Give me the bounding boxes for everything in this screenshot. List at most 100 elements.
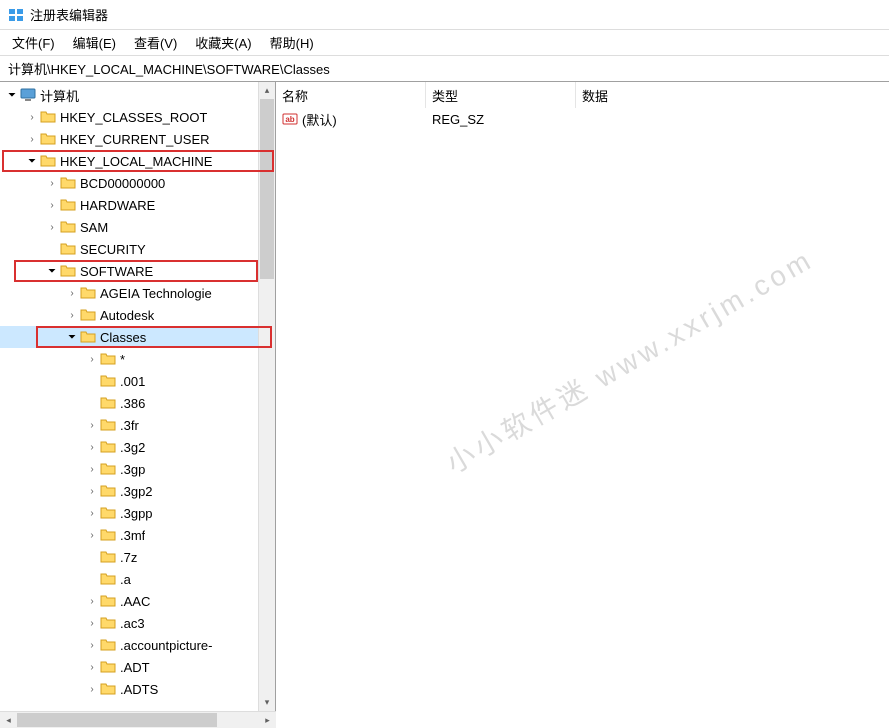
scroll-track[interactable]	[17, 712, 259, 728]
tree-node-adts[interactable]: › .ADTS	[0, 678, 259, 700]
column-header-name[interactable]: 名称	[276, 82, 426, 108]
menubar: 文件(F) 编辑(E) 查看(V) 收藏夹(A) 帮助(H)	[0, 30, 889, 56]
folder-icon	[80, 307, 96, 323]
scroll-left-button[interactable]: ◂	[0, 712, 17, 728]
tree-label: .AAC	[120, 594, 150, 609]
value-row[interactable]: ab (默认) REG_SZ	[276, 108, 889, 130]
menu-edit[interactable]: 编辑(E)	[65, 30, 124, 55]
chevron-down-icon[interactable]: ⏷	[4, 87, 20, 103]
tree-node-3mf[interactable]: › .3mf	[0, 524, 259, 546]
tree-node-star[interactable]: › *	[0, 348, 259, 370]
menu-file[interactable]: 文件(F)	[4, 30, 63, 55]
chevron-right-icon[interactable]: ›	[64, 307, 80, 323]
folder-icon	[100, 659, 116, 675]
folder-icon	[100, 637, 116, 653]
tree-node-security[interactable]: SECURITY	[0, 238, 259, 260]
chevron-right-icon[interactable]: ›	[84, 483, 100, 499]
chevron-right-icon[interactable]: ›	[44, 197, 60, 213]
chevron-right-icon[interactable]: ›	[84, 461, 100, 477]
tree-node-386[interactable]: .386	[0, 392, 259, 414]
folder-icon	[100, 351, 116, 367]
chevron-right-icon[interactable]: ›	[84, 417, 100, 433]
chevron-right-icon[interactable]: ›	[84, 593, 100, 609]
chevron-right-icon[interactable]: ›	[84, 351, 100, 367]
folder-icon	[100, 395, 116, 411]
scroll-right-button[interactable]: ▸	[259, 712, 276, 728]
tree-node-bcd[interactable]: › BCD00000000	[0, 172, 259, 194]
menu-view[interactable]: 查看(V)	[126, 30, 185, 55]
chevron-right-icon[interactable]: ›	[24, 131, 40, 147]
tree-node-classes[interactable]: ⏷ Classes	[0, 326, 259, 348]
tree-label: .ac3	[120, 616, 145, 631]
folder-icon	[80, 329, 96, 345]
tree-node-hkcr[interactable]: › HKEY_CLASSES_ROOT	[0, 106, 259, 128]
chevron-right-icon[interactable]: ›	[84, 527, 100, 543]
chevron-right-icon[interactable]: ›	[84, 659, 100, 675]
tree-node-computer[interactable]: ⏷ 计算机	[0, 84, 259, 106]
folder-icon	[40, 131, 56, 147]
menu-help[interactable]: 帮助(H)	[262, 30, 322, 55]
folder-icon	[60, 175, 76, 191]
tree-label: .3fr	[120, 418, 139, 433]
tree-node-ac3[interactable]: › .ac3	[0, 612, 259, 634]
address-text: 计算机\HKEY_LOCAL_MACHINE\SOFTWARE\Classes	[8, 59, 330, 78]
tree-node-hardware[interactable]: › HARDWARE	[0, 194, 259, 216]
chevron-right-icon[interactable]: ›	[84, 681, 100, 697]
tree-node-sam[interactable]: › SAM	[0, 216, 259, 238]
tree-label: Classes	[100, 330, 146, 345]
chevron-right-icon[interactable]: ›	[84, 615, 100, 631]
tree-label: SECURITY	[80, 242, 146, 257]
chevron-down-icon[interactable]: ⏷	[44, 263, 60, 279]
svg-text:ab: ab	[285, 115, 294, 124]
tree-node-3fr[interactable]: › .3fr	[0, 414, 259, 436]
tree-node-3gp2[interactable]: › .3gp2	[0, 480, 259, 502]
tree-node-3gp[interactable]: › .3gp	[0, 458, 259, 480]
folder-icon	[100, 615, 116, 631]
tree-node-3gpp[interactable]: › .3gpp	[0, 502, 259, 524]
menu-favorites[interactable]: 收藏夹(A)	[187, 30, 259, 55]
tree-node-accountpicture[interactable]: › .accountpicture-	[0, 634, 259, 656]
address-bar[interactable]: 计算机\HKEY_LOCAL_MACHINE\SOFTWARE\Classes	[0, 56, 889, 82]
column-header-row: 名称 类型 数据	[276, 82, 889, 108]
chevron-right-icon[interactable]: ›	[24, 109, 40, 125]
tree-node-aac[interactable]: › .AAC	[0, 590, 259, 612]
column-header-type[interactable]: 类型	[426, 82, 576, 108]
vertical-scrollbar[interactable]: ▴ ▾	[258, 82, 275, 711]
regedit-icon	[8, 7, 24, 23]
horizontal-scrollbar[interactable]: ◂ ▸	[0, 711, 276, 728]
chevron-right-icon[interactable]: ›	[84, 439, 100, 455]
tree-node-autodesk[interactable]: › Autodesk	[0, 304, 259, 326]
chevron-right-icon[interactable]: ›	[44, 175, 60, 191]
folder-icon	[60, 197, 76, 213]
chevron-down-icon[interactable]: ⏷	[64, 329, 80, 345]
tree-label: .accountpicture-	[120, 638, 213, 653]
column-header-data[interactable]: 数据	[576, 82, 889, 108]
folder-icon	[100, 461, 116, 477]
tree-node-001[interactable]: .001	[0, 370, 259, 392]
tree-node-3g2[interactable]: › .3g2	[0, 436, 259, 458]
scroll-thumb[interactable]	[260, 99, 274, 279]
chevron-right-icon[interactable]: ›	[84, 637, 100, 653]
tree-label: SAM	[80, 220, 108, 235]
tree-label: .ADTS	[120, 682, 158, 697]
tree-label: *	[120, 352, 125, 367]
chevron-blank	[84, 373, 100, 389]
scroll-thumb[interactable]	[17, 713, 217, 727]
tree-label: .3gp	[120, 462, 145, 477]
tree-node-7z[interactable]: .7z	[0, 546, 259, 568]
chevron-right-icon[interactable]: ›	[64, 285, 80, 301]
chevron-down-icon[interactable]: ⏷	[24, 153, 40, 169]
chevron-right-icon[interactable]: ›	[84, 505, 100, 521]
tree-node-adt[interactable]: › .ADT	[0, 656, 259, 678]
tree-label: .7z	[120, 550, 137, 565]
tree-node-software[interactable]: ⏷ SOFTWARE	[0, 260, 259, 282]
tree-node-hkcu[interactable]: › HKEY_CURRENT_USER	[0, 128, 259, 150]
tree-node-hklm[interactable]: ⏷ HKEY_LOCAL_MACHINE	[0, 150, 259, 172]
tree-node-a[interactable]: .a	[0, 568, 259, 590]
folder-icon	[100, 373, 116, 389]
scroll-down-button[interactable]: ▾	[259, 694, 275, 711]
tree-node-ageia[interactable]: › AGEIA Technologie	[0, 282, 259, 304]
scroll-up-button[interactable]: ▴	[259, 82, 275, 99]
tree-label: SOFTWARE	[80, 264, 153, 279]
chevron-right-icon[interactable]: ›	[44, 219, 60, 235]
